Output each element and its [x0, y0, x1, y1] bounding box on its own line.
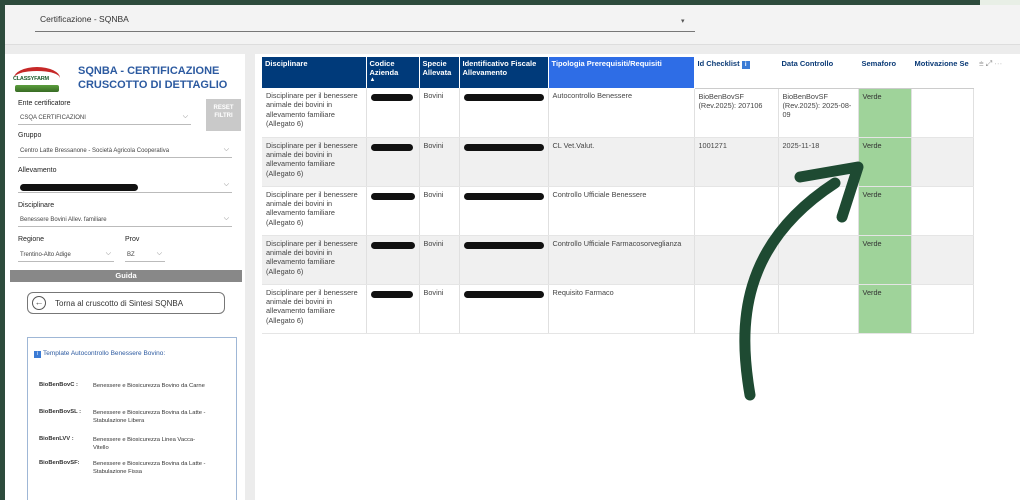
back-circle-icon: ← — [32, 296, 46, 310]
redacted-value — [463, 290, 544, 298]
chevron-down-icon: ⌵ — [223, 215, 229, 222]
regione-select[interactable]: Trentino-Alto Adige ⌵ — [18, 249, 114, 262]
col-id-fiscale[interactable]: Identificativo Fiscale Allevamento — [459, 57, 549, 88]
table-row[interactable]: Disciplinare per il benessere animale de… — [262, 88, 974, 138]
chevron-down-icon: ⌵ — [156, 250, 162, 257]
panel-subtitle: CRUSCOTTO DI DETTAGLIO — [78, 79, 228, 91]
prov-label: Prov — [125, 236, 140, 243]
filter-panel: CLASSYFARM SQNBA - CERTIFICAZIONE CRUSCO… — [5, 54, 245, 500]
detail-table-panel: ⩧⤢⋯ Disciplinare Codice Azienda ▲ Specie … — [255, 54, 1020, 500]
template-heading: i Template Autocontrollo Benessere Bovino… — [34, 350, 165, 358]
redacted-value — [463, 94, 544, 102]
app-screen: Certificazione - SQNBA ▾ CLASSYFARM SQNB… — [5, 5, 1020, 500]
allevamento-label: Allevamento — [18, 167, 57, 174]
col-codice-azienda[interactable]: Codice Azienda ▲ — [366, 57, 420, 88]
prov-select[interactable]: BZ ⌵ — [125, 249, 165, 262]
info-icon: i — [741, 61, 750, 69]
redacted-value — [370, 192, 415, 200]
back-to-summary-button[interactable]: ← Torna al cruscotto di Sintesi SQNBA — [27, 292, 225, 314]
ente-label: Ente certificatore — [18, 100, 71, 107]
visual-toolbar: ⩧⤢⋯ — [979, 59, 1004, 69]
top-bar: Certificazione - SQNBA ▾ — [5, 5, 1020, 45]
redacted-value — [370, 143, 413, 151]
col-semaforo[interactable]: Semaforo — [858, 57, 912, 89]
expand-icon[interactable]: ⤢ — [986, 59, 994, 68]
page-selector[interactable]: Certificazione - SQNBA — [40, 14, 129, 24]
template-legend: i Template Autocontrollo Benessere Bovino… — [27, 337, 237, 500]
disciplinare-select[interactable]: Benessere Bovini Allev. familiare ⌵ — [18, 214, 232, 227]
filter-icon[interactable]: ⩧ — [979, 59, 986, 68]
col-motivazione[interactable]: Motivazione Se — [911, 57, 974, 89]
chevron-down-icon[interactable]: ▾ — [681, 17, 685, 25]
col-tipologia[interactable]: Tipologia Prerequisiti/Requisiti — [548, 57, 695, 88]
page-selector-underline — [35, 31, 695, 32]
col-data-controllo[interactable]: Data Controllo — [778, 57, 859, 89]
chevron-down-icon: ⌵ — [182, 113, 188, 120]
redacted-value — [463, 192, 544, 200]
gruppo-label: Gruppo — [18, 132, 42, 139]
redacted-value — [20, 184, 138, 191]
classyfarm-logo: CLASSYFARM — [11, 64, 63, 94]
more-icon[interactable]: ⋯ — [994, 59, 1004, 68]
regione-label: Regione — [18, 236, 45, 243]
chevron-down-icon: ⌵ — [105, 250, 111, 257]
sort-icon: ▲ — [369, 77, 376, 84]
redacted-value — [370, 290, 413, 298]
annotation-arrow-icon — [739, 161, 864, 401]
redacted-value — [463, 241, 544, 249]
chevron-down-icon: ⌵ — [223, 146, 229, 153]
chevron-down-icon: ⌵ — [223, 181, 229, 188]
semaforo-cell: Verde — [858, 88, 912, 138]
col-id-checklist[interactable]: Id Checklist i — [694, 57, 779, 89]
info-icon: i — [34, 351, 41, 358]
redacted-value — [370, 94, 413, 102]
panel-title: SQNBA - CERTIFICAZIONE — [78, 65, 220, 77]
col-disciplinare[interactable]: Disciplinare — [262, 57, 367, 88]
allevamento-select[interactable]: ⌵ — [18, 180, 232, 193]
guida-header: Guida — [10, 270, 242, 282]
col-specie[interactable]: Specie Allevata — [419, 57, 460, 88]
redacted-value — [370, 241, 415, 249]
reset-filters-button[interactable]: RESET FILTRI — [206, 99, 241, 131]
redacted-value — [463, 143, 544, 151]
gruppo-select[interactable]: Centro Latte Bressanone - Società Agrico… — [18, 145, 232, 158]
ente-select[interactable]: CSQA CERTIFICAZIONI ⌵ — [18, 112, 191, 125]
disciplinare-label: Disciplinare — [18, 202, 55, 209]
